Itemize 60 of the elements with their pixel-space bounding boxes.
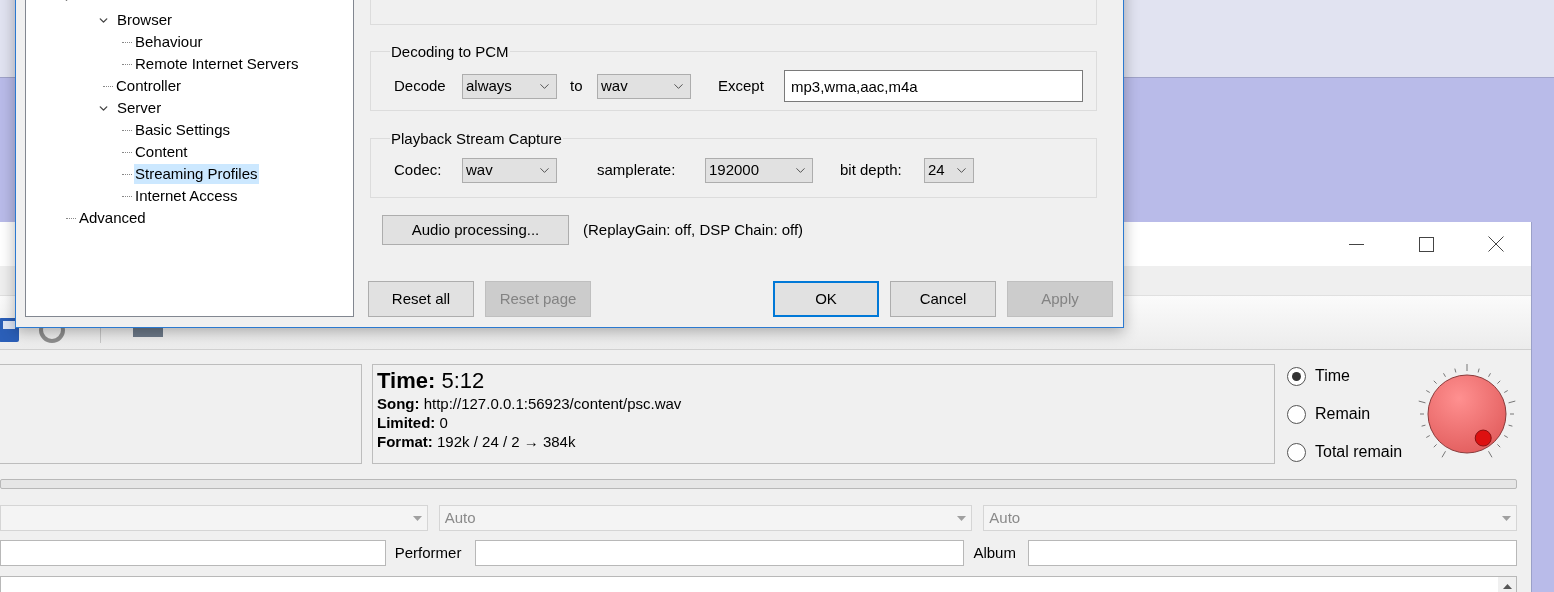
tree-connector	[122, 151, 132, 153]
target-dropdown[interactable]: wav	[597, 73, 691, 99]
decode-label: Decode	[394, 75, 447, 96]
bit-depth-label: bit depth:	[840, 160, 903, 181]
radio-button[interactable]	[1287, 442, 1306, 462]
tree-item[interactable]: Streaming Profiles	[134, 164, 259, 184]
tree-connector	[122, 63, 132, 65]
bit-depth-dropdown[interactable]: 24	[924, 158, 974, 183]
radio-label: Total remain	[1315, 442, 1403, 462]
except-label: Except	[718, 75, 765, 96]
title-field[interactable]	[0, 540, 386, 566]
audio-processing-button[interactable]: Audio processing...	[382, 215, 569, 245]
tree-connector	[66, 217, 76, 219]
tree-item[interactable]: Controller	[115, 76, 183, 96]
tree-connector	[122, 173, 132, 175]
radio-label: Remain	[1315, 404, 1371, 424]
dialog-button[interactable]: OK	[773, 281, 879, 317]
processing-status: (ReplayGain: off, DSP Chain: off)	[583, 219, 804, 240]
decode-dropdown[interactable]: always	[462, 73, 557, 99]
maximize-icon	[1418, 236, 1434, 252]
tree-item[interactable]: Advanced	[78, 208, 147, 228]
tree-connector	[122, 129, 132, 131]
dialog-button[interactable]: Cancel	[890, 281, 996, 317]
scroll-up-button[interactable]	[1498, 577, 1516, 592]
tree-item[interactable]: Basic Settings	[134, 120, 232, 140]
time-readout: Time: 5:12	[377, 368, 486, 394]
album-label: Album	[973, 542, 1017, 563]
tree-item[interactable]: Browser	[116, 10, 173, 30]
track-detail: Format: 192k / 24 / 2 → 384k	[377, 432, 577, 451]
radio-button[interactable]	[1287, 366, 1306, 386]
group-title: Decoding to PCM	[390, 42, 510, 61]
samplerate-dropdown[interactable]: 192000	[705, 158, 813, 183]
tree-connector	[103, 85, 113, 87]
performer-label: Performer	[394, 542, 463, 563]
dropdown-arrow-icon	[412, 515, 422, 521]
radio-label: Time	[1315, 366, 1350, 386]
tree-item[interactable]: Server	[116, 98, 163, 118]
close-icon	[1488, 236, 1504, 252]
radio-button[interactable]	[1287, 404, 1306, 424]
dialog-button[interactable]: Reset all	[368, 281, 474, 317]
album-field[interactable]	[1028, 540, 1517, 566]
track-detail: Limited: 0	[377, 413, 449, 432]
dropdown-arrow-icon	[1502, 515, 1511, 521]
except-field[interactable]: mp3,wma,aac,m4a	[784, 70, 1083, 102]
to-label: to	[570, 75, 584, 96]
tree-connector	[122, 195, 132, 197]
tree-item[interactable]: Content	[134, 142, 189, 162]
dropdown-arrow-icon	[957, 515, 967, 521]
codec-label: Codec:	[394, 160, 443, 181]
up-arrow-icon	[1502, 583, 1512, 589]
minimize-icon	[1348, 243, 1364, 245]
group-title: Playback Stream Capture	[390, 129, 563, 148]
performer-field[interactable]	[474, 540, 965, 566]
track-detail: Song: http://127.0.0.1:56923/content/psc.wav	[377, 394, 683, 413]
tree-connector	[122, 41, 132, 43]
tree-item[interactable]: Behaviour	[134, 32, 204, 52]
codec-dropdown[interactable]: wav	[462, 158, 557, 183]
tree-item[interactable]: Remote Internet Servers	[134, 54, 300, 74]
samplerate-label: samplerate:	[597, 160, 677, 181]
tree-item[interactable]: Internet Access	[134, 186, 239, 206]
